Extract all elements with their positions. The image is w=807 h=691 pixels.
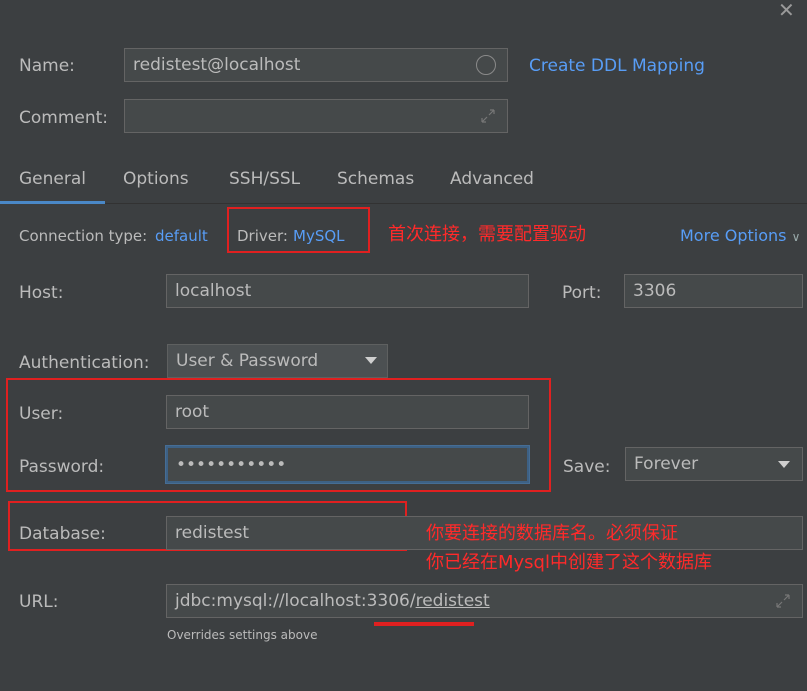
comment-input[interactable] — [124, 99, 508, 133]
connection-type-value[interactable]: default — [155, 226, 208, 246]
chevron-down-icon: ∨ — [791, 230, 801, 244]
password-input[interactable]: ••••••••••• — [166, 446, 529, 483]
tab-general[interactable]: General — [0, 168, 105, 204]
port-label: Port: — [562, 283, 602, 303]
authentication-value: User & Password — [176, 351, 319, 371]
tab-ssh-ssl[interactable]: SSH/SSL — [229, 168, 300, 204]
tab-schemas[interactable]: Schemas — [337, 168, 414, 204]
host-input[interactable]: localhost — [166, 274, 529, 308]
connection-type-label: Connection type: — [19, 227, 148, 245]
tab-options[interactable]: Options — [123, 168, 189, 204]
close-icon[interactable]: ✕ — [778, 0, 795, 22]
name-label: Name: — [19, 56, 75, 76]
comment-label: Comment: — [19, 108, 109, 128]
authentication-select[interactable]: User & Password — [167, 344, 388, 378]
more-options-link[interactable]: More Options ∨ — [680, 226, 800, 247]
url-label: URL: — [19, 592, 59, 612]
more-options-label: More Options — [680, 226, 787, 245]
create-ddl-mapping-link[interactable]: Create DDL Mapping — [529, 56, 705, 76]
user-input[interactable]: root — [166, 395, 529, 429]
title-bar — [0, 0, 807, 30]
authentication-label: Authentication: — [19, 353, 150, 373]
password-value: ••••••••••• — [176, 454, 287, 475]
url-prefix: jdbc:mysql://localhost:3306/ — [175, 591, 416, 611]
driver-highlight-box — [227, 207, 370, 253]
expand-icon[interactable] — [478, 106, 498, 126]
expand-icon[interactable] — [773, 591, 793, 611]
driver-annotation: 首次连接，需要配置驱动 — [388, 224, 586, 245]
user-label: User: — [19, 404, 64, 424]
user-value: root — [175, 402, 210, 422]
tab-advanced[interactable]: Advanced — [450, 168, 534, 204]
database-value: redistest — [175, 523, 250, 543]
database-label: Database: — [19, 524, 106, 544]
url-hint: Overrides settings above — [167, 628, 318, 642]
dropdown-arrow-icon — [778, 461, 790, 468]
save-value: Forever — [634, 454, 699, 474]
save-label: Save: — [563, 457, 611, 477]
host-label: Host: — [19, 283, 64, 303]
dropdown-arrow-icon — [365, 357, 377, 364]
database-annotation-line2: 你已经在Mysql中创建了这个数据库 — [426, 552, 712, 573]
port-value: 3306 — [633, 281, 677, 301]
color-picker-circle-icon[interactable] — [476, 55, 496, 75]
name-input[interactable]: redistest@localhost — [124, 48, 508, 82]
port-input[interactable]: 3306 — [624, 274, 803, 308]
url-database: redistest — [415, 591, 490, 611]
host-value: localhost — [175, 281, 252, 301]
password-label: Password: — [19, 457, 105, 477]
save-select[interactable]: Forever — [625, 447, 803, 481]
name-value: redistest@localhost — [133, 55, 301, 75]
url-annotation-underline — [374, 622, 474, 626]
database-annotation-line1: 你要连接的数据库名。必须保证 — [426, 523, 678, 545]
url-input[interactable]: jdbc:mysql://localhost:3306/redistest — [166, 584, 803, 618]
